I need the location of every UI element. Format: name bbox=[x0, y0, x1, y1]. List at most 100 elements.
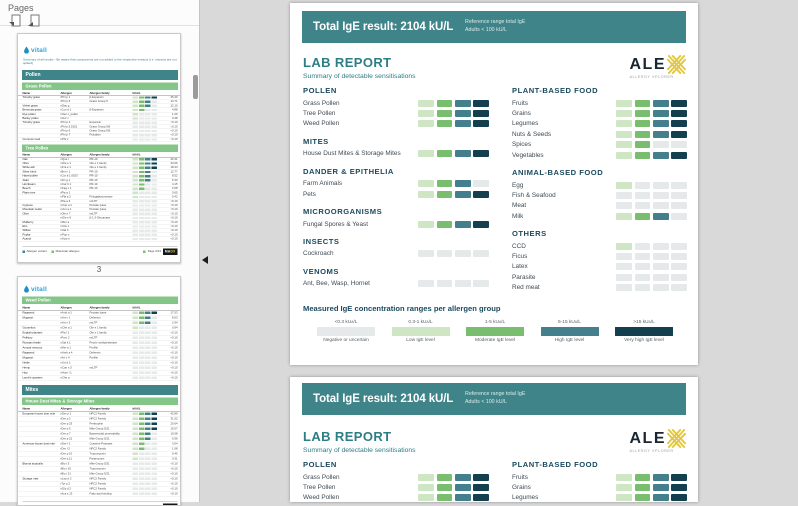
mini-ige-cell bbox=[145, 134, 151, 136]
mini-ige-cell bbox=[133, 342, 139, 344]
mini-ige-cell bbox=[139, 109, 145, 111]
mini-ige-cell bbox=[139, 493, 145, 495]
allergen-row: Ant, Bee, Wasp, Hornet bbox=[303, 279, 489, 289]
allergen-label: Farm Animals bbox=[303, 180, 418, 187]
allergen-label: Fruits bbox=[512, 474, 616, 481]
allergen-label: Grass Pollen bbox=[303, 474, 418, 481]
ige-level-cell bbox=[635, 152, 651, 159]
allergen-label: Nuts & Seeds bbox=[512, 131, 616, 138]
ige-level-cell bbox=[671, 284, 687, 291]
mini-ige-cell bbox=[145, 453, 151, 455]
sub-banner-tree-pollen: Tree Pollen bbox=[22, 144, 178, 152]
ige-level-cell bbox=[653, 141, 669, 148]
footer-legend-item: Allergen extract bbox=[23, 250, 47, 253]
mini-ige-cell bbox=[139, 468, 145, 470]
ige-level-cell bbox=[473, 120, 489, 127]
mini-ige-cell bbox=[139, 209, 145, 211]
ige-level-cell bbox=[455, 110, 471, 117]
mini-ige-cell bbox=[151, 337, 157, 339]
ige-level-cell bbox=[671, 182, 687, 189]
mini-ige-cell bbox=[133, 463, 139, 465]
sub-banner-grass-pollen: Grass Pollen bbox=[22, 82, 178, 90]
mini-ige-cell bbox=[151, 134, 157, 136]
mini-ige-cell bbox=[145, 209, 151, 211]
summary-left-column: POLLENGrass PollenTree PollenWeed Pollen… bbox=[303, 460, 489, 502]
mini-ige-cell bbox=[151, 117, 157, 119]
mini-ige-cell bbox=[139, 213, 145, 215]
mini-ige-cell bbox=[133, 217, 139, 219]
total-ige-banner: Total IgE result: 2104 kU/L Reference ra… bbox=[302, 11, 686, 43]
ige-level-cell bbox=[653, 152, 669, 159]
ige-level-cell bbox=[473, 100, 489, 107]
ige-level-cell bbox=[653, 182, 669, 189]
mini-ige-cell bbox=[151, 122, 157, 124]
mini-ige-cell bbox=[151, 428, 157, 430]
allergen-row: House Dust Mites & Storage Mites bbox=[303, 149, 489, 159]
page-thumbnail-3[interactable]: vitall Summary of all results - Be aware… bbox=[17, 33, 181, 274]
ige-level-cell bbox=[635, 284, 651, 291]
alex-x-lattice-icon bbox=[667, 429, 686, 448]
ige-level-cell bbox=[616, 484, 632, 491]
mini-ige-cell bbox=[145, 458, 151, 460]
allergen-row: Weed Pollen bbox=[303, 493, 489, 502]
document-viewer[interactable]: Total IgE result: 2104 kU/L Reference ra… bbox=[201, 0, 798, 502]
allergen-label: Spices bbox=[512, 141, 616, 148]
mini-ige-cell bbox=[151, 362, 157, 364]
ige-level-cell bbox=[635, 141, 651, 148]
ige-level-cell bbox=[455, 494, 471, 501]
thumbnail-page-canvas[interactable]: vitall Summary of all results - Be aware… bbox=[17, 33, 181, 263]
mini-ige-cell bbox=[151, 448, 157, 450]
allergen-group-title: INSECTS bbox=[303, 237, 489, 246]
mini-ige-cell bbox=[139, 448, 145, 450]
mini-ige-cell bbox=[133, 122, 139, 124]
mini-table-row: AcacianAca m<0.10 bbox=[18, 237, 181, 241]
mini-ige-cell bbox=[133, 213, 139, 215]
enlarge-thumbnails-icon[interactable] bbox=[27, 14, 41, 27]
mini-ige-cell bbox=[145, 130, 151, 132]
mini-ige-cell bbox=[139, 192, 145, 194]
legend-color-bar bbox=[466, 327, 524, 336]
mini-ige-cell bbox=[151, 342, 157, 344]
collapse-sidebar-handle[interactable] bbox=[202, 256, 208, 264]
allergen-row: Legumes bbox=[512, 119, 687, 129]
allergen-label: Weed Pollen bbox=[303, 494, 418, 501]
allergen-label: Tree Pollen bbox=[303, 110, 418, 117]
mini-ige-cell bbox=[133, 468, 139, 470]
sidebar-scrollbar[interactable] bbox=[193, 27, 198, 502]
thumbnail-page-canvas[interactable]: vitall Weed Pollen NameAllergenAllergen … bbox=[17, 276, 181, 506]
mini-ige-cell bbox=[145, 337, 151, 339]
mini-ige-cell bbox=[151, 327, 157, 329]
ige-level-cell bbox=[635, 120, 651, 127]
alex-logo: ALE ALLERGY XPLORER bbox=[630, 55, 687, 79]
mini-ige-cell bbox=[133, 171, 139, 173]
mini-ige-cell bbox=[133, 478, 139, 480]
mini-ige-cell bbox=[139, 138, 145, 140]
allergen-row: Fruits bbox=[512, 472, 687, 482]
ige-range-legend: Measured IgE concentration ranges per al… bbox=[303, 304, 687, 343]
mini-ige-cell bbox=[139, 413, 145, 415]
allergen-label: Grains bbox=[512, 484, 616, 491]
shrink-thumbnails-icon[interactable] bbox=[8, 14, 22, 27]
ige-level-cell bbox=[437, 494, 453, 501]
mini-ige-cell bbox=[139, 337, 145, 339]
mini-ige-cell bbox=[145, 413, 151, 415]
mini-ige-cell bbox=[145, 448, 151, 450]
page-thumbnail-4[interactable]: vitall Weed Pollen NameAllergenAllergen … bbox=[17, 276, 181, 506]
allergen-group-title: PLANT-BASED FOOD bbox=[512, 86, 687, 95]
mini-ige-cell bbox=[145, 478, 151, 480]
mini-ige-cell bbox=[139, 488, 145, 490]
ige-level-cell bbox=[616, 120, 632, 127]
mini-ige-cell bbox=[133, 179, 139, 181]
ige-level-cell bbox=[418, 150, 434, 157]
sidebar-scrollbar-thumb[interactable] bbox=[193, 75, 198, 99]
ige-level-cell bbox=[653, 274, 669, 281]
ige-level-cell bbox=[616, 182, 632, 189]
mini-ige-cell bbox=[139, 327, 145, 329]
mini-ige-cell bbox=[145, 113, 151, 115]
allergen-group-title: VENOMS bbox=[303, 267, 489, 276]
sensitisation-summary-grid: POLLENGrass PollenTree PollenWeed Pollen… bbox=[303, 86, 687, 293]
mini-ige-cell bbox=[139, 463, 145, 465]
mini-ige-cell bbox=[151, 347, 157, 349]
allergen-group-title: MICROORGANISMS bbox=[303, 207, 489, 216]
mini-ige-cell bbox=[151, 443, 157, 445]
